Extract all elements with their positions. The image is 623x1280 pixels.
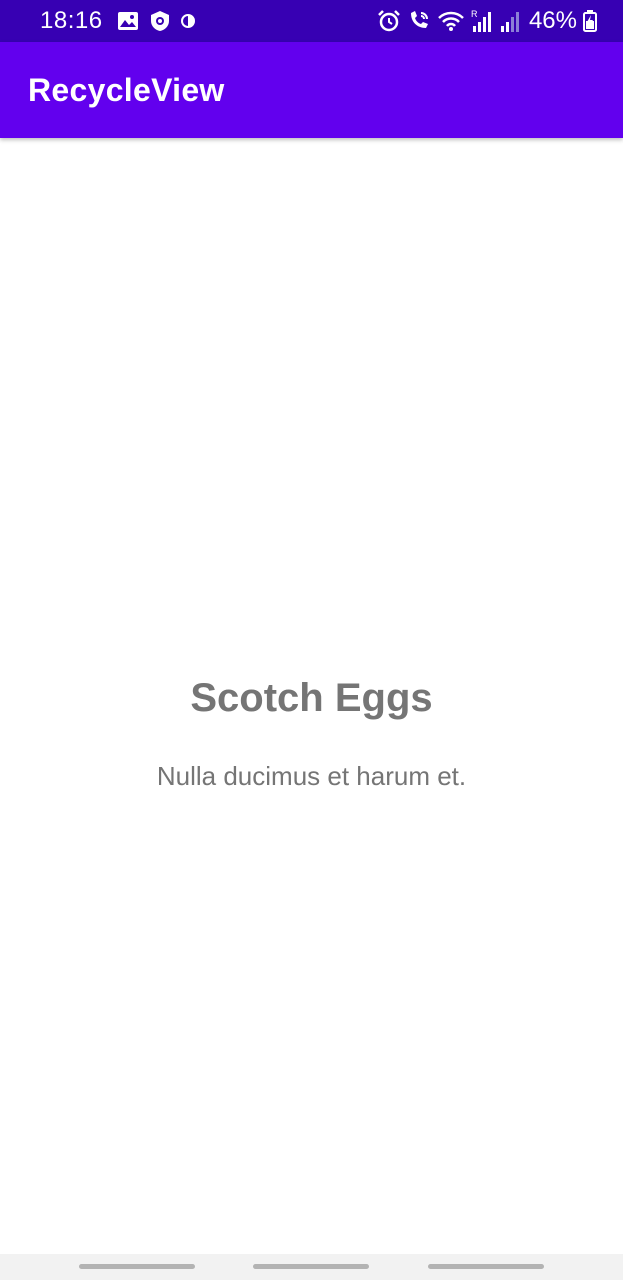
signal-icon (499, 9, 521, 33)
screen: 18:16 R 46% RecycleView Scotch Eggs Null… (0, 0, 623, 1280)
nav-home-handle[interactable] (253, 1264, 369, 1269)
wifi-call-icon (407, 10, 431, 32)
list-item[interactable]: Scotch Eggs Nulla ducimus et harum et. (0, 668, 623, 796)
status-notification-icons (117, 10, 195, 32)
nav-recents-handle[interactable] (79, 1264, 195, 1269)
status-time: 18:16 (40, 7, 103, 34)
shield-icon (149, 10, 171, 32)
nav-back-handle[interactable] (428, 1264, 544, 1269)
battery-icon (583, 10, 597, 32)
navigation-bar (0, 1254, 623, 1280)
item-title: Scotch Eggs (190, 676, 433, 720)
alarm-icon (377, 10, 401, 32)
status-bar: 18:16 R 46% (0, 0, 623, 42)
wifi-icon (437, 10, 465, 32)
recycler-view[interactable]: Scotch Eggs Nulla ducimus et harum et. (0, 138, 623, 1254)
signal-roaming-icon: R (471, 9, 493, 33)
status-system-icons: R 46% (377, 7, 597, 35)
app-title: RecycleView (28, 71, 225, 108)
gallery-icon (117, 11, 139, 31)
svg-text:R: R (471, 9, 478, 19)
battery-percent: 46% (528, 7, 577, 34)
app-bar: RecycleView (0, 42, 623, 138)
data-saver-icon (180, 12, 195, 30)
item-description: Nulla ducimus et harum et. (156, 761, 467, 791)
